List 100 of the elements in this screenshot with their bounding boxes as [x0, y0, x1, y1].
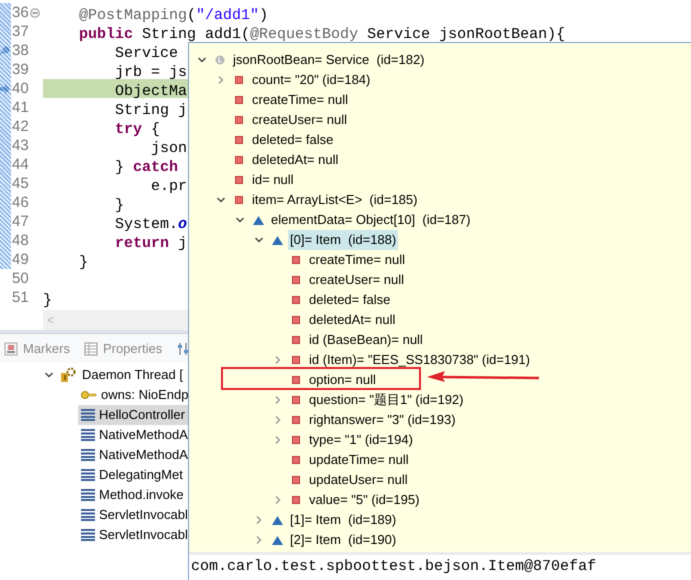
code-line: }: [43, 291, 52, 310]
stack-frame-row[interactable]: ServletInvocabl: [78, 525, 188, 545]
field-icon: [292, 376, 300, 384]
variable-entry[interactable]: createUser= null: [307, 270, 406, 290]
sliders-icon[interactable]: [176, 342, 190, 356]
field-icon: [235, 76, 243, 84]
table-icon: [84, 342, 98, 356]
stack-frame-row[interactable]: HelloController: [78, 405, 188, 425]
variable-entry[interactable]: [0]= Item (id=188): [288, 230, 398, 250]
code-line: e.pr: [150, 177, 188, 196]
variable-entry[interactable]: createUser= null: [250, 110, 350, 130]
line-number: 48: [12, 231, 29, 250]
variable-entry[interactable]: value= "5" (id=195): [307, 490, 422, 510]
variable-entry[interactable]: id (BaseBean)= null: [307, 330, 425, 350]
variable-entry[interactable]: item= ArrayList<E> (id=185): [250, 190, 420, 210]
stack-frame-label: Method.invoke: [99, 486, 184, 504]
code-line: ObjectMa: [114, 82, 188, 101]
chevron-right-icon[interactable]: [216, 75, 226, 85]
variable-entry[interactable]: deletedAt= null: [307, 310, 398, 330]
chevron-down-icon[interactable]: [216, 195, 226, 205]
field-icon: [292, 296, 300, 304]
code-line: }: [78, 253, 88, 272]
chevron-down-icon[interactable]: [197, 55, 207, 65]
chevron-right-icon[interactable]: [254, 535, 264, 545]
variable-entry[interactable]: id= null: [250, 170, 296, 190]
field-icon: [292, 336, 300, 344]
variable-entry[interactable]: deletedAt= null: [250, 150, 340, 170]
thread-label[interactable]: Daemon Thread [: [82, 365, 183, 385]
line-number: 41: [12, 98, 29, 117]
code-line: return j: [114, 234, 188, 253]
variable-entry[interactable]: question= "题目1" (id=192): [307, 390, 466, 410]
variable-entry[interactable]: updateTime= null: [307, 450, 411, 470]
stack-frame-icon: [81, 429, 95, 441]
variable-entry[interactable]: [1]= Item (id=189): [288, 510, 398, 530]
code-line: jrb = js: [114, 63, 188, 82]
variable-entry[interactable]: createTime= null: [307, 250, 407, 270]
line-number: 36: [12, 3, 29, 22]
variable-entry[interactable]: deleted= false: [250, 130, 336, 150]
variable-entry[interactable]: createTime= null: [250, 90, 350, 110]
chevron-right-icon[interactable]: [273, 355, 283, 365]
chevron-down-icon[interactable]: [44, 370, 54, 380]
line-number: 45: [12, 174, 29, 193]
line-number: 42: [12, 117, 29, 136]
line-number: 47: [12, 212, 29, 231]
chevron-right-icon[interactable]: [254, 515, 264, 525]
variable-entry[interactable]: updateUser= null: [307, 470, 410, 490]
chevron-down-icon[interactable]: [254, 235, 264, 245]
variable-entry[interactable]: id (Item)= "EES_SS1830738" (id=191): [307, 350, 532, 370]
stack-frame-icon: [81, 489, 95, 501]
code-line: String j: [114, 101, 188, 120]
chevron-right-icon[interactable]: [273, 415, 283, 425]
code-line: } catch: [114, 158, 178, 177]
arrow-icon: [0, 84, 10, 94]
collapse-icon[interactable]: [30, 8, 40, 18]
thread-icon: [60, 367, 76, 383]
line-number: 50: [12, 269, 29, 288]
field-icon: [292, 436, 300, 444]
line-number: 38: [12, 41, 29, 60]
stack-frame-row[interactable]: NativeMethodA: [78, 445, 188, 465]
triangle-icon: [272, 536, 282, 544]
line-number: 46: [12, 193, 29, 212]
field-icon: [235, 136, 243, 144]
stack-frame-label: HelloController: [99, 406, 185, 424]
field-icon: [235, 156, 243, 164]
stack-frame-label: NativeMethodA: [99, 426, 188, 444]
variable-entry[interactable]: [2]= Item (id=190): [288, 530, 398, 550]
stack-frame-icon: [81, 509, 95, 521]
field-icon: [292, 276, 300, 284]
variable-entry[interactable]: deleted= false: [307, 290, 392, 310]
chevron-right-icon[interactable]: [273, 395, 283, 405]
chevron-right-icon[interactable]: [273, 435, 283, 445]
field-icon: [292, 456, 300, 464]
triangle-icon: [252, 216, 264, 224]
stack-frame-row[interactable]: owns: NioEndp: [78, 385, 188, 405]
stack-frame-row[interactable]: NativeMethodA: [78, 425, 188, 445]
stack-frame-label: NativeMethodA: [99, 446, 188, 464]
field-icon: [292, 396, 300, 404]
code-line: }: [114, 196, 124, 215]
code-line: public String add1(@RequestBody Service jsonRootBean){: [78, 25, 566, 44]
line-number: 40: [12, 79, 29, 98]
variable-entry[interactable]: option= null: [307, 370, 378, 390]
stack-frame-row[interactable]: DelegatingMet: [78, 465, 188, 485]
stack-frame-row[interactable]: Method.invoke: [78, 485, 188, 505]
variable-entry[interactable]: rightanswer= "3" (id=193): [307, 410, 458, 430]
variable-entry[interactable]: elementData= Object[10] (id=187): [269, 210, 472, 230]
code-line: try {: [114, 120, 160, 139]
chevron-right-icon[interactable]: [273, 495, 283, 505]
line-number: 49: [12, 250, 29, 269]
breakpoint-icon[interactable]: [0, 46, 10, 56]
code-line: json: [150, 139, 188, 158]
variable-entry[interactable]: type= "1" (id=194): [307, 430, 415, 450]
variable-entry[interactable]: jsonRootBean= Service (id=182): [231, 50, 427, 70]
stack-frame-label: owns: NioEndp: [101, 386, 188, 404]
chevron-down-icon[interactable]: [235, 215, 245, 225]
code-line: System.o: [114, 215, 188, 234]
local-variable-icon: [215, 55, 225, 65]
stack-frame-row[interactable]: ServletInvocabl: [78, 505, 188, 525]
stack-frame-icon: [81, 469, 95, 481]
line-number: 44: [12, 155, 29, 174]
variable-entry[interactable]: count= "20" (id=184): [250, 70, 372, 90]
